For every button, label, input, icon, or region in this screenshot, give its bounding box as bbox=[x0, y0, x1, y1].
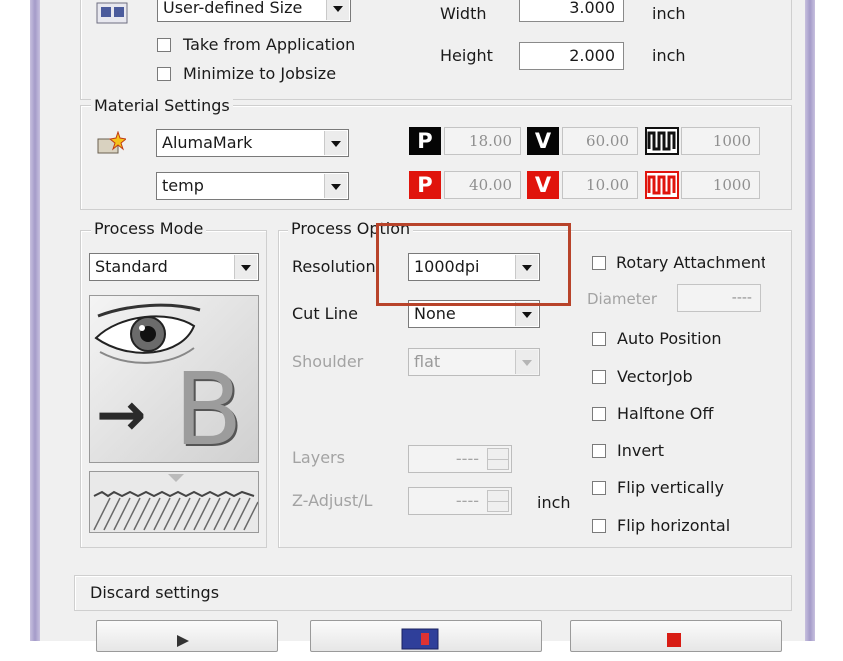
halftone-off-checkbox[interactable] bbox=[592, 407, 606, 421]
shoulder-combo[interactable]: flat bbox=[408, 348, 540, 376]
layers-spinner[interactable]: ---- bbox=[408, 445, 512, 473]
illustration-arrow: → bbox=[96, 380, 147, 450]
diameter-value[interactable]: ---- bbox=[677, 284, 761, 312]
spinner-arrows-icon[interactable] bbox=[487, 448, 509, 470]
illustration-letter: B bbox=[174, 351, 243, 468]
chevron-down-icon[interactable] bbox=[324, 131, 347, 155]
material-settings-legend: Material Settings bbox=[91, 97, 233, 115]
chevron-down-icon[interactable] bbox=[515, 350, 538, 374]
rotary-attachment-label: Rotary Attachment bbox=[616, 253, 765, 272]
invert-checkbox[interactable] bbox=[592, 444, 606, 458]
take-from-application-checkbox[interactable] bbox=[157, 38, 171, 52]
height-unit: inch bbox=[652, 46, 686, 65]
diameter-label: Diameter bbox=[587, 290, 658, 308]
shoulder-value: flat bbox=[414, 352, 441, 371]
width-unit: inch bbox=[652, 4, 686, 23]
material-sub-combo[interactable]: temp bbox=[156, 172, 349, 200]
velocity-badge: V bbox=[527, 127, 559, 155]
minimize-to-jobsize-label: Minimize to Jobsize bbox=[183, 64, 337, 83]
flip-horizontal-checkbox[interactable] bbox=[592, 519, 606, 533]
window-frame-right bbox=[805, 0, 815, 641]
chevron-down-icon[interactable] bbox=[234, 255, 257, 279]
frequency-waveform-icon bbox=[645, 127, 679, 155]
frequency-value-secondary[interactable]: 1000 bbox=[681, 171, 760, 199]
chevron-down-icon[interactable] bbox=[324, 174, 347, 198]
page-size-combo[interactable]: User-defined Size bbox=[157, 0, 351, 22]
material-value: AlumaMark bbox=[162, 133, 253, 152]
discard-settings-label[interactable]: Discard settings bbox=[90, 583, 219, 603]
power-value[interactable]: 18.00 bbox=[444, 127, 521, 155]
layers-value: ---- bbox=[455, 449, 479, 468]
spinner-arrows-icon[interactable] bbox=[487, 490, 509, 512]
cutline-label: Cut Line bbox=[292, 304, 359, 323]
velocity-value-secondary[interactable]: 10.00 bbox=[562, 171, 638, 199]
chevron-down-icon[interactable] bbox=[326, 0, 349, 20]
print-settings-dialog: User-defined Size Take from Application … bbox=[40, 0, 805, 652]
zadjust-value: ---- bbox=[455, 491, 479, 510]
frequency-value[interactable]: 1000 bbox=[681, 127, 760, 155]
resolution-label: Resolution bbox=[292, 257, 376, 276]
auto-position-label: Auto Position bbox=[617, 329, 722, 348]
velocity-value[interactable]: 60.00 bbox=[562, 127, 638, 155]
power-value-secondary[interactable]: 40.00 bbox=[444, 171, 521, 199]
layers-label: Layers bbox=[292, 448, 345, 467]
process-mode-legend: Process Mode bbox=[91, 220, 207, 238]
power-badge: P bbox=[409, 127, 441, 155]
velocity-badge-secondary: V bbox=[527, 171, 559, 199]
page-size-icon[interactable] bbox=[96, 2, 128, 24]
zadjust-spinner[interactable]: ---- bbox=[408, 487, 512, 515]
frequency-waveform-icon-red bbox=[645, 171, 679, 199]
invert-label: Invert bbox=[617, 441, 665, 460]
rotary-attachment-checkbox[interactable] bbox=[592, 256, 606, 270]
auto-position-checkbox[interactable] bbox=[592, 332, 606, 346]
height-label: Height bbox=[440, 46, 493, 65]
vector-job-label: VectorJob bbox=[617, 367, 693, 386]
minimize-to-jobsize-checkbox[interactable] bbox=[157, 67, 171, 81]
zadjust-label: Z-Adjust/L bbox=[292, 491, 373, 510]
flip-horizontal-label: Flip horizontal bbox=[617, 516, 731, 535]
halftone-off-label: Halftone Off bbox=[617, 404, 714, 423]
zadjust-unit: inch bbox=[537, 493, 571, 512]
window-frame-left bbox=[30, 0, 40, 641]
material-combo[interactable]: AlumaMark bbox=[156, 129, 349, 157]
width-input[interactable]: 3.000 bbox=[519, 0, 624, 22]
height-input[interactable]: 2.000 bbox=[519, 42, 624, 70]
process-mode-value: Standard bbox=[95, 257, 168, 276]
width-label: Width bbox=[440, 4, 487, 23]
vector-job-checkbox[interactable] bbox=[592, 370, 606, 384]
bottom-button-right[interactable] bbox=[570, 620, 782, 652]
page-size-value: User-defined Size bbox=[163, 0, 303, 17]
flip-vertically-label: Flip vertically bbox=[617, 478, 724, 497]
hatch-pattern-preview bbox=[89, 471, 259, 533]
material-sub-value: temp bbox=[162, 176, 204, 195]
flip-vertically-checkbox[interactable] bbox=[592, 481, 606, 495]
bottom-button-middle[interactable] bbox=[310, 620, 542, 652]
bottom-button-left[interactable] bbox=[96, 620, 278, 652]
material-icon[interactable] bbox=[96, 130, 128, 155]
process-mode-combo[interactable]: Standard bbox=[89, 253, 259, 281]
cutline-value: None bbox=[414, 304, 456, 323]
resolution-highlight-box bbox=[376, 223, 571, 306]
take-from-application-label: Take from Application bbox=[183, 35, 356, 54]
power-badge-secondary: P bbox=[409, 171, 441, 199]
shoulder-label: Shoulder bbox=[292, 352, 364, 371]
